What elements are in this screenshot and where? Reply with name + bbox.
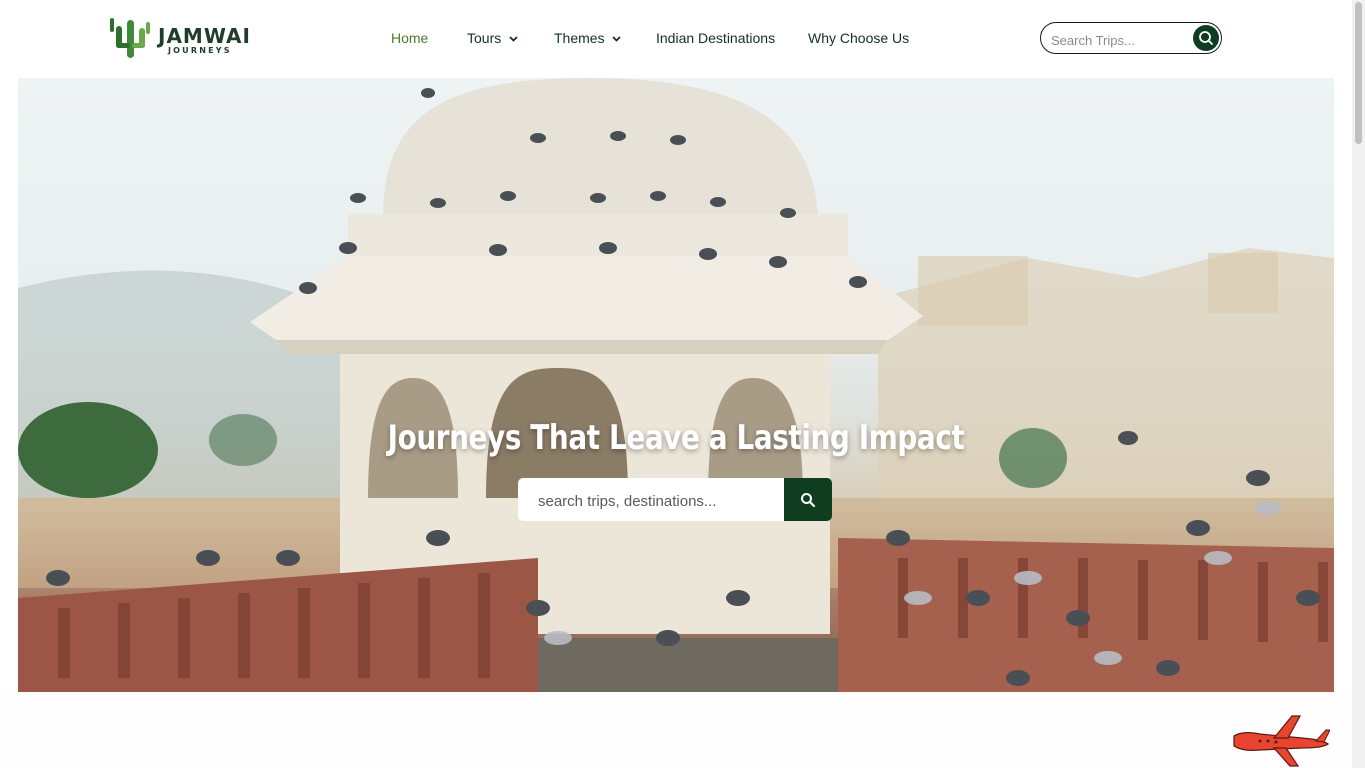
- site-header: JAMWAI JOURNEYS Home Tours Themes Indian…: [0, 0, 1352, 78]
- scrollbar-thumb[interactable]: [1355, 2, 1362, 144]
- hero-search-button[interactable]: [784, 478, 832, 521]
- nav-tours[interactable]: Tours: [467, 30, 518, 46]
- search-icon: [801, 492, 816, 507]
- nav-indian-destinations-label: Indian Destinations: [656, 30, 776, 46]
- chevron-down-icon: [612, 36, 622, 43]
- hero-search-input[interactable]: [536, 490, 780, 512]
- brand-tagline: JOURNEYS: [168, 46, 232, 55]
- search-icon: [1199, 31, 1213, 45]
- page-scrollbar[interactable]: [1352, 0, 1365, 768]
- nav-home-label: Home: [391, 30, 429, 46]
- brand-logo[interactable]: JAMWAI JOURNEYS: [108, 16, 251, 62]
- chevron-down-icon: [509, 36, 518, 43]
- hero-title: Journeys That Leave a Lasting Impact: [387, 418, 965, 458]
- header-search: [1040, 22, 1222, 54]
- airplane-icon: [1233, 715, 1330, 767]
- hero-background-image: [18, 78, 1334, 692]
- header-search-button[interactable]: [1193, 25, 1219, 51]
- hero-search: [518, 478, 832, 521]
- nav-why-choose-us[interactable]: Why Choose Us: [808, 30, 909, 46]
- nav-tours-label: Tours: [467, 30, 502, 46]
- nav-why-choose-us-label: Why Choose Us: [808, 30, 910, 46]
- nav-themes[interactable]: Themes: [554, 30, 622, 46]
- hero-banner: Journeys That Leave a Lasting Impact: [18, 78, 1334, 692]
- next-section: [0, 692, 1352, 768]
- nav-home[interactable]: Home: [391, 30, 428, 46]
- nav-indian-destinations[interactable]: Indian Destinations: [656, 30, 775, 46]
- nav-themes-label: Themes: [554, 30, 605, 46]
- header-search-input[interactable]: [1049, 29, 1188, 51]
- brand-name: JAMWAI: [158, 24, 251, 48]
- cactus-logo-icon: [110, 18, 150, 58]
